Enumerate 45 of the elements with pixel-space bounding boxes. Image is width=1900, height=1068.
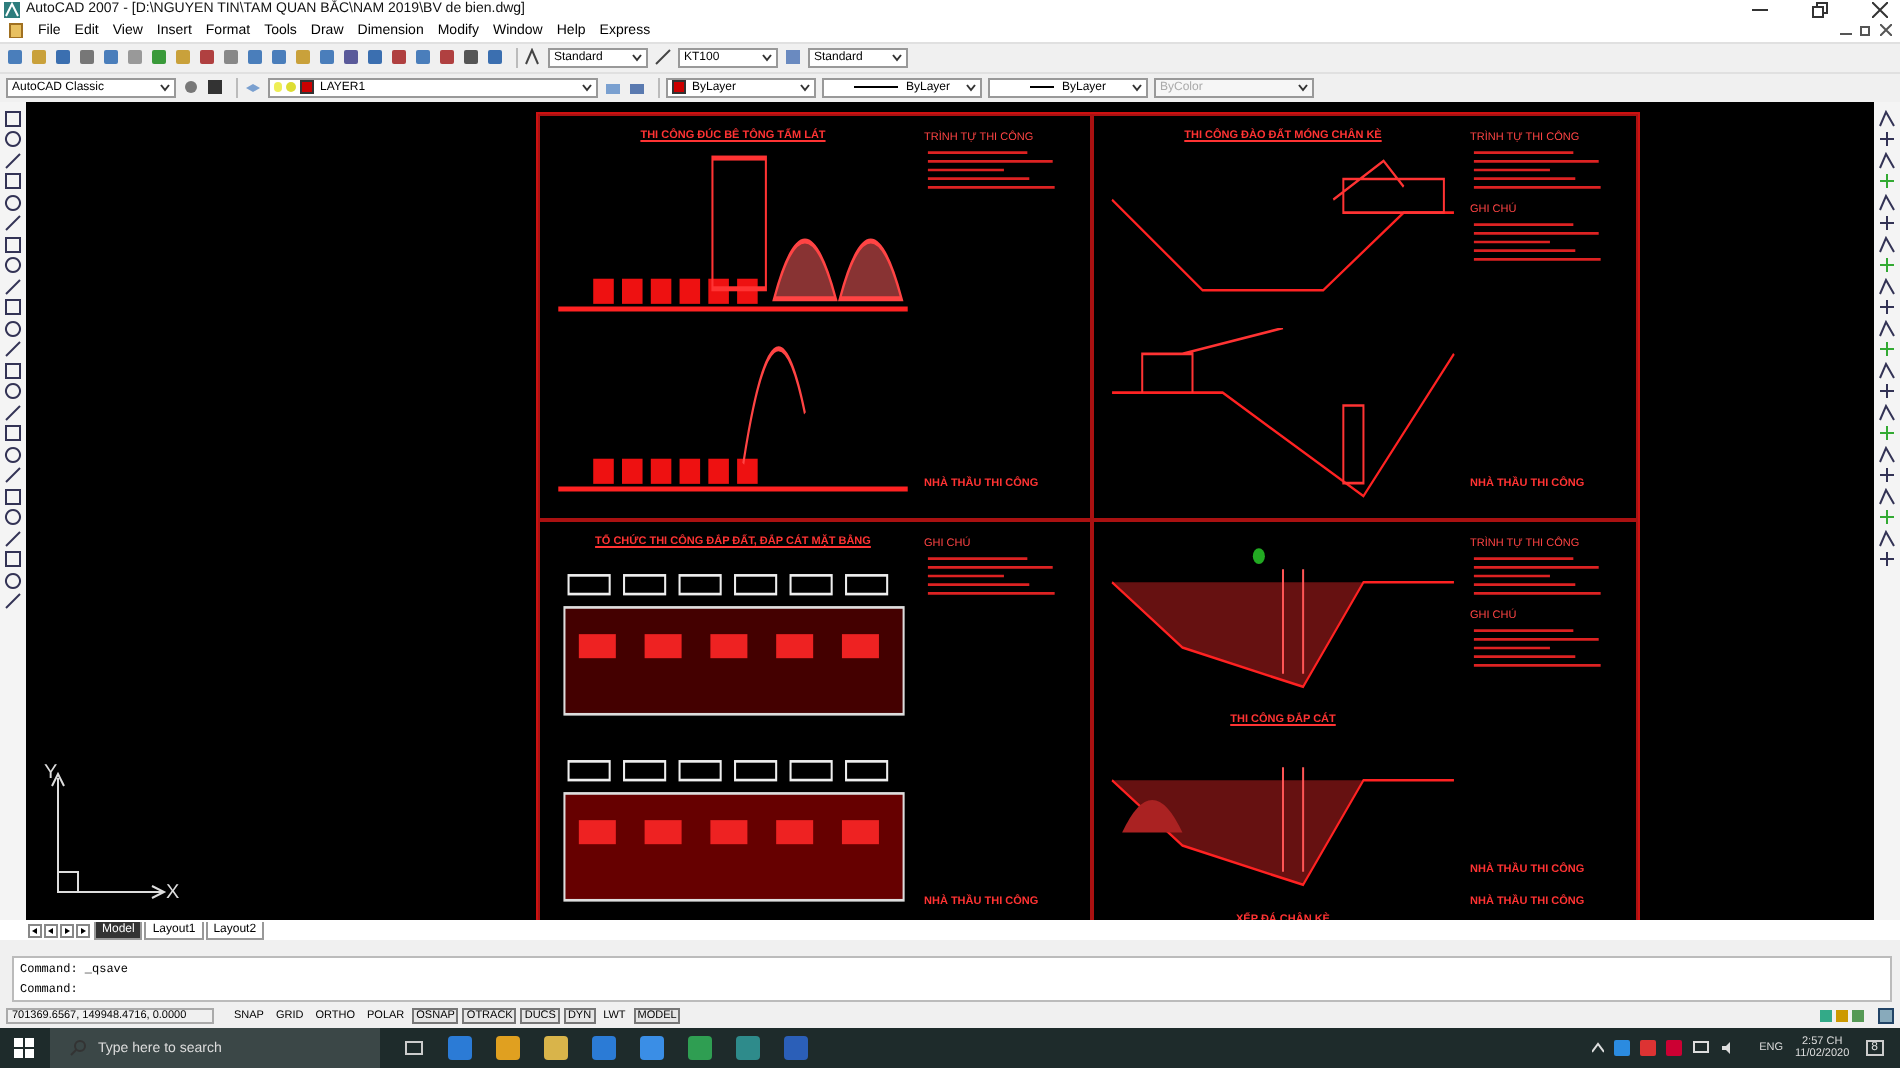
- modify-tool-icon[interactable]: [1878, 403, 1896, 422]
- modify-tool-icon[interactable]: [1878, 109, 1896, 128]
- x-axis-label: X: [166, 881, 180, 904]
- modify-tool-icon[interactable]: [1878, 193, 1896, 212]
- caret-icon[interactable]: [966, 83, 976, 92]
- maximize-icon[interactable]: [1878, 1008, 1894, 1025]
- text-style-icon[interactable]: [524, 48, 542, 67]
- caret-icon[interactable]: [762, 53, 772, 62]
- drawing-canvas[interactable]: [26, 101, 1874, 921]
- y-axis-label: Y: [44, 761, 58, 784]
- modify-tool-icon[interactable]: [1878, 466, 1896, 485]
- tab-scroll-icon[interactable]: [44, 923, 58, 938]
- caret-icon[interactable]: [892, 53, 902, 62]
- document-icon[interactable]: [8, 22, 24, 39]
- tab-scroll-icon[interactable]: [60, 923, 74, 938]
- caret-icon[interactable]: [160, 83, 170, 92]
- restore-icon[interactable]: [1812, 1, 1828, 18]
- windows-logo-icon[interactable]: [14, 1038, 34, 1058]
- modify-tool-icon[interactable]: [1878, 529, 1896, 548]
- close-icon[interactable]: [1880, 24, 1892, 37]
- caret-icon[interactable]: [632, 53, 642, 62]
- modify-tool-icon[interactable]: [1878, 550, 1896, 569]
- caret-icon[interactable]: [582, 83, 592, 92]
- modify-tool-icon[interactable]: [1878, 214, 1896, 233]
- close-icon[interactable]: [1872, 1, 1888, 18]
- table-style-icon[interactable]: [784, 48, 802, 67]
- modify-tool-icon[interactable]: [1878, 235, 1896, 254]
- modify-tool-icon[interactable]: [1878, 298, 1896, 317]
- modify-tool-icon[interactable]: [1878, 361, 1896, 380]
- restore-icon[interactable]: [1860, 24, 1872, 37]
- caret-icon[interactable]: [1132, 83, 1142, 92]
- modify-tool-icon[interactable]: [1878, 130, 1896, 149]
- tab-scroll-icon[interactable]: [28, 923, 42, 938]
- modify-tool-icon[interactable]: [1878, 319, 1896, 338]
- modify-tool-icon[interactable]: [1878, 445, 1896, 464]
- task-view-icon[interactable]: [404, 1038, 424, 1058]
- modify-tool-icon[interactable]: [1878, 277, 1896, 296]
- caret-icon[interactable]: [800, 83, 810, 92]
- tray-icon[interactable]: [1818, 1008, 1866, 1025]
- modify-tool-icon[interactable]: [1878, 382, 1896, 401]
- tab-scroll-icon[interactable]: [76, 923, 90, 938]
- modify-tool-icon[interactable]: [1878, 151, 1896, 170]
- dimension-style-icon[interactable]: [654, 48, 672, 67]
- network-icon[interactable]: [1691, 1040, 1710, 1056]
- modify-tool-icon[interactable]: [1878, 487, 1896, 506]
